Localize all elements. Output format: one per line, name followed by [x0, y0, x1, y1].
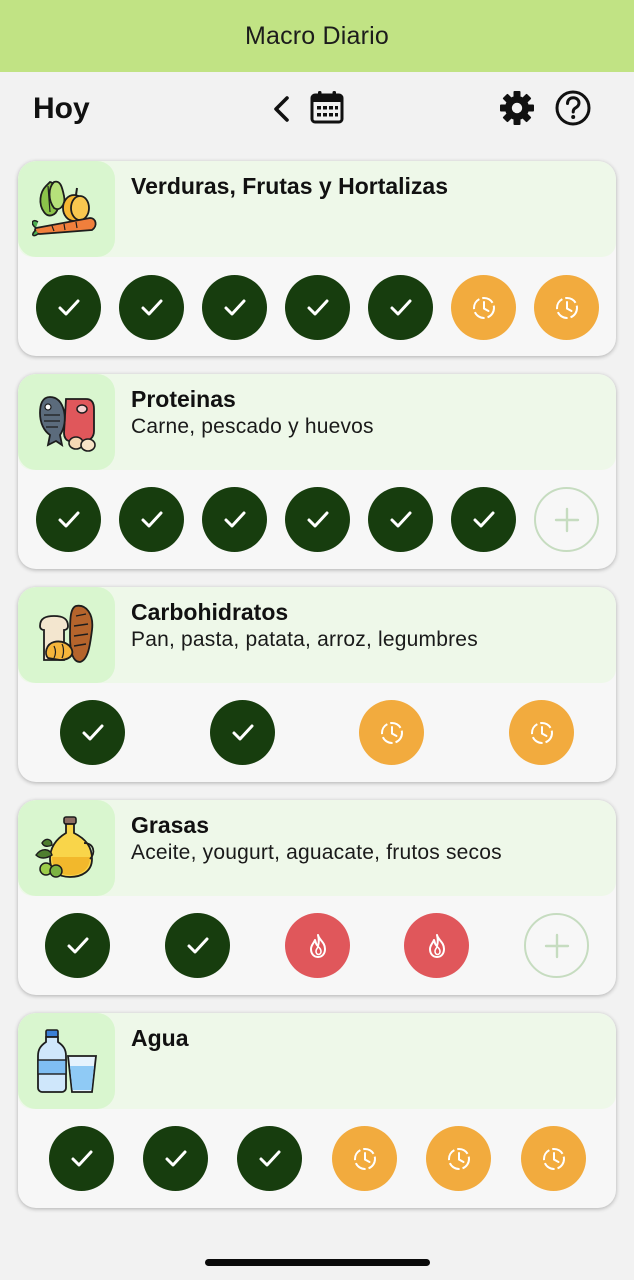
serving-done[interactable] [202, 487, 267, 552]
serving-row [18, 1126, 616, 1192]
check-icon [58, 511, 79, 527]
serving-pending[interactable] [509, 700, 574, 765]
category-title: Verduras, Frutas y Hortalizas [131, 173, 449, 199]
serving-row [18, 275, 616, 341]
category-subtitle: Carne, pescado y huevos [131, 415, 374, 438]
check-icon [141, 511, 162, 527]
check-icon [67, 937, 88, 953]
app-header: Macro Diario [0, 0, 634, 72]
serving-done[interactable] [49, 1126, 114, 1191]
toolbar: Hoy [0, 72, 634, 152]
today-label: Hoy [33, 92, 90, 125]
serving-done[interactable] [202, 275, 267, 340]
app-title: Macro Diario [244, 21, 390, 50]
fire-icon [309, 933, 326, 958]
check-icon [390, 511, 411, 527]
serving-excess[interactable] [285, 913, 350, 978]
serving-done[interactable] [451, 487, 516, 552]
serving-row [18, 700, 616, 766]
card-thumbnail [18, 800, 115, 896]
clock-icon [472, 296, 495, 319]
clock-icon [542, 1147, 565, 1170]
calendar-icon[interactable] [309, 89, 345, 125]
check-icon [224, 511, 245, 527]
clock-icon [380, 721, 403, 744]
category-card-verduras: Verduras, Frutas y Hortalizas [18, 161, 616, 356]
category-title: Agua [131, 1025, 189, 1051]
check-icon [390, 299, 411, 315]
check-icon [82, 724, 103, 740]
serving-done[interactable] [60, 700, 125, 765]
chevron-left-icon[interactable] [270, 94, 294, 124]
category-card-grasas: Grasas Aceite, yougurt, aguacate, frutos… [18, 800, 616, 995]
add-serving-button[interactable] [534, 487, 599, 552]
card-thumbnail [18, 161, 115, 257]
category-card-carbohidratos: Carbohidratos Pan, pasta, patata, arroz,… [18, 587, 616, 782]
serving-done[interactable] [285, 275, 350, 340]
check-icon [232, 724, 253, 740]
check-icon [307, 511, 328, 527]
vegetables-icon [31, 180, 96, 237]
card-thumbnail [18, 1013, 115, 1109]
category-subtitle: Aceite, yougurt, aguacate, frutos secos [131, 841, 502, 864]
oil-icon [34, 816, 94, 878]
category-title: Proteinas [131, 386, 236, 412]
category-card-agua: Agua [18, 1013, 616, 1208]
serving-done[interactable] [210, 700, 275, 765]
clock-icon [447, 1147, 470, 1170]
water-icon [36, 1029, 97, 1093]
serving-pending[interactable] [332, 1126, 397, 1191]
check-icon [58, 299, 79, 315]
serving-done[interactable] [119, 487, 184, 552]
check-icon [307, 299, 328, 315]
help-icon[interactable] [554, 89, 592, 127]
serving-pending[interactable] [521, 1126, 586, 1191]
serving-row [18, 487, 616, 553]
home-indicator [205, 1259, 430, 1266]
plus-icon [554, 507, 579, 532]
protein-icon [38, 396, 96, 452]
clock-icon [555, 296, 578, 319]
serving-done[interactable] [36, 275, 101, 340]
check-icon [187, 937, 208, 953]
check-icon [165, 1150, 186, 1166]
category-title: Carbohidratos [131, 599, 289, 625]
serving-done[interactable] [45, 913, 110, 978]
category-subtitle: Pan, pasta, patata, arroz, legumbres [131, 628, 478, 651]
add-serving-button[interactable] [524, 913, 589, 978]
check-icon [473, 511, 494, 527]
category-card-proteinas: Proteinas Carne, pescado y huevos [18, 374, 616, 569]
serving-done[interactable] [368, 275, 433, 340]
check-icon [259, 1150, 280, 1166]
serving-done[interactable] [119, 275, 184, 340]
fire-icon [428, 933, 445, 958]
serving-excess[interactable] [404, 913, 469, 978]
card-thumbnail [18, 587, 115, 683]
serving-pending[interactable] [451, 275, 516, 340]
serving-row [18, 913, 616, 979]
card-thumbnail [18, 374, 115, 470]
serving-done[interactable] [143, 1126, 208, 1191]
clock-icon [353, 1147, 376, 1170]
serving-pending[interactable] [426, 1126, 491, 1191]
plus-icon [544, 933, 569, 958]
serving-done[interactable] [285, 487, 350, 552]
serving-pending[interactable] [534, 275, 599, 340]
serving-done[interactable] [36, 487, 101, 552]
category-title: Grasas [131, 812, 210, 838]
clock-icon [530, 721, 553, 744]
serving-done[interactable] [368, 487, 433, 552]
serving-pending[interactable] [359, 700, 424, 765]
bread-icon [38, 604, 93, 663]
check-icon [224, 299, 245, 315]
gear-icon[interactable] [498, 89, 536, 127]
check-icon [141, 299, 162, 315]
check-icon [71, 1150, 92, 1166]
serving-done[interactable] [237, 1126, 302, 1191]
serving-done[interactable] [165, 913, 230, 978]
